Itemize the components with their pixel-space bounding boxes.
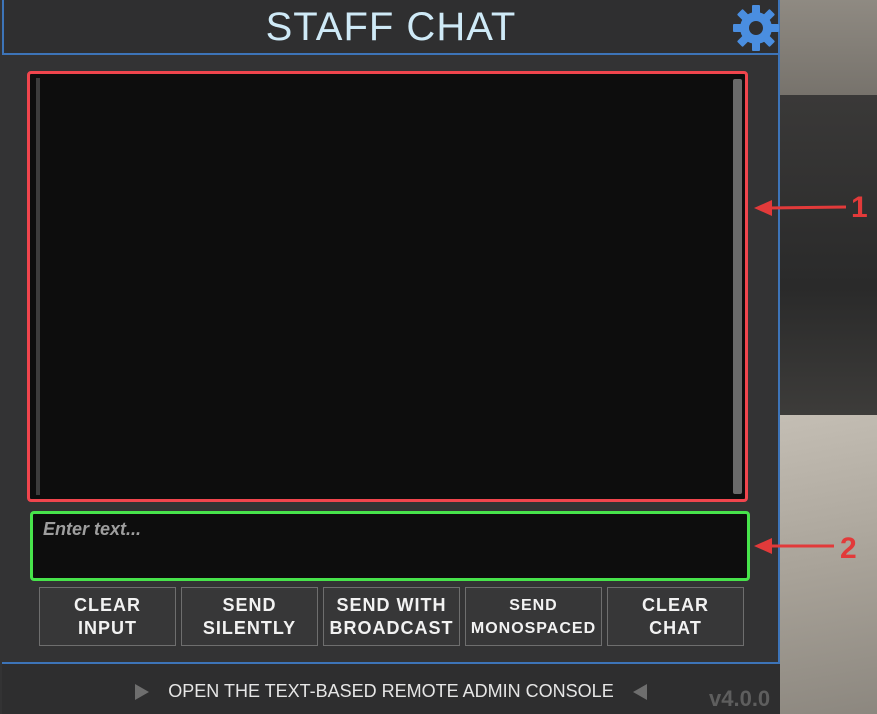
clear-chat-label: CLEAR CHAT: [642, 594, 709, 638]
chat-log-left-edge: [36, 78, 40, 495]
gear-icon[interactable]: [731, 3, 781, 53]
send-silently-button[interactable]: SEND SILENTLY: [181, 587, 318, 646]
staff-chat-panel: STAFF CHAT CLEAR INPUT SEND SILENTLY SEN: [0, 0, 780, 714]
version-label: v4.0.0: [709, 686, 771, 711]
panel-header: STAFF CHAT: [2, 0, 780, 55]
footer-bar[interactable]: OPEN THE TEXT-BASED REMOTE ADMIN CONSOLE: [2, 662, 780, 714]
panel-title: STAFF CHAT: [265, 5, 517, 49]
clear-chat-button[interactable]: CLEAR CHAT: [607, 587, 744, 646]
background-doorway: [780, 95, 877, 415]
send-monospaced-label: SEND MONOSPACED: [470, 596, 597, 637]
chat-input-box[interactable]: [30, 511, 750, 581]
annotation-label-2: 2: [840, 532, 857, 565]
send-with-broadcast-label: SEND WITH BROADCAST: [329, 594, 454, 638]
clear-input-button[interactable]: CLEAR INPUT: [39, 587, 176, 646]
clear-input-label: CLEAR INPUT: [74, 594, 141, 638]
send-monospaced-button[interactable]: SEND MONOSPACED: [465, 587, 602, 646]
background-floor: [780, 415, 877, 714]
chat-input[interactable]: [41, 518, 735, 541]
send-with-broadcast-button[interactable]: SEND WITH BROADCAST: [323, 587, 460, 646]
open-console-link[interactable]: OPEN THE TEXT-BASED REMOTE ADMIN CONSOLE: [2, 681, 780, 702]
play-left-icon: [633, 684, 647, 700]
chat-log-scrollbar[interactable]: [733, 79, 742, 494]
chat-log[interactable]: [27, 71, 748, 502]
send-silently-label: SEND SILENTLY: [202, 594, 297, 638]
annotation-label-1: 1: [851, 191, 868, 224]
